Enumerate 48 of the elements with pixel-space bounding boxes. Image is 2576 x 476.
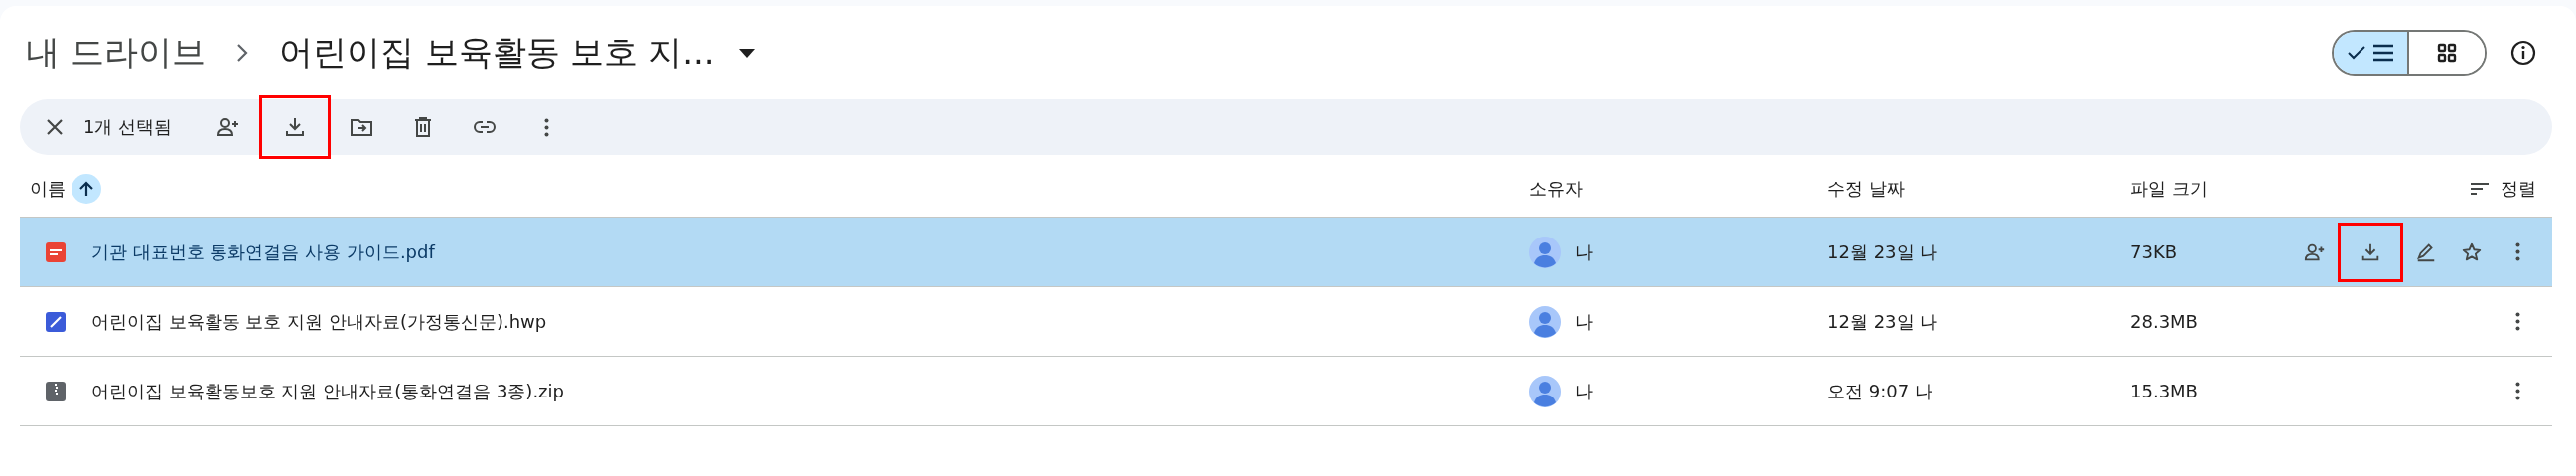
grid-icon: [2437, 43, 2457, 63]
star-icon: [2461, 240, 2483, 263]
add-person-icon: [216, 115, 241, 139]
file-row[interactable]: 어린이집 보육활동보호 지원 안내자료(통화연결음 3종).zip 나 오전 9:07 나 15.3MB: [20, 357, 2552, 426]
sort-direction-button[interactable]: [72, 174, 101, 204]
modified-date: 12월 23일 나: [1827, 239, 1938, 264]
owner-name: 나: [1575, 379, 1593, 403]
file-row[interactable]: 기관 대표번호 통화연결음 사용 가이드.pdf 나 12월 23일 나 73KB: [20, 218, 2552, 287]
avatar-icon: [1529, 236, 1561, 268]
file-name: 기관 대표번호 통화연결음 사용 가이드.pdf: [91, 239, 435, 264]
avatar-icon: [1529, 305, 1561, 338]
sort-button[interactable]: 정렬: [2469, 177, 2552, 201]
more-icon: [2514, 312, 2520, 331]
info-icon[interactable]: [2510, 40, 2536, 66]
chevron-icon: [234, 42, 249, 64]
file-size: 28.3MB: [2130, 311, 2198, 332]
selection-count: 1개 선택됨: [83, 115, 173, 139]
close-icon: [46, 118, 64, 136]
file-name: 어린이집 보육활동 보호 지원 안내자료(가정통신문).hwp: [91, 309, 547, 334]
pdf-file-icon: [46, 241, 66, 262]
archive-file-icon: [46, 381, 66, 401]
breadcrumb-item[interactable]: 어린이집 보육활동 보호 지...: [278, 30, 715, 76]
owner-name: 나: [1575, 309, 1593, 334]
file-row[interactable]: 어린이집 보육활동 보호 지원 안내자료(가정통신문).hwp 나 12월 23일 나 28.3MB: [20, 287, 2552, 357]
sort-icon: [2469, 181, 2491, 197]
column-header[interactable]: 수정 날짜: [1827, 177, 1905, 201]
more-icon: [2514, 242, 2520, 261]
dropdown-icon[interactable]: [738, 48, 755, 58]
breadcrumb-item[interactable]: 내 드라이브: [26, 30, 206, 76]
document-file-icon: [46, 311, 66, 332]
download-button[interactable]: [2338, 222, 2403, 282]
file-size: 73KB: [2130, 241, 2178, 262]
column-header[interactable]: 소유자: [1529, 177, 1583, 201]
file-size: 15.3MB: [2130, 381, 2198, 401]
up-arrow-icon: [77, 180, 95, 198]
modified-date: 오전 9:07 나: [1827, 379, 1932, 403]
more-icon: [2514, 382, 2520, 400]
download-button[interactable]: [259, 95, 332, 159]
column-header[interactable]: 이름: [30, 177, 66, 201]
more-icon: [543, 116, 549, 138]
file-name: 어린이집 보육활동보호 지원 안내자료(통화연결음 3종).zip: [91, 379, 564, 403]
check-icon: [2347, 45, 2366, 61]
column-header[interactable]: 파일 크기: [2130, 177, 2208, 201]
modified-date: 12월 23일 나: [1827, 309, 1938, 334]
list-icon: [2372, 44, 2394, 62]
owner-name: 나: [1575, 239, 1593, 264]
avatar-icon: [1529, 375, 1561, 407]
list-view-button[interactable]: [2334, 32, 2409, 74]
